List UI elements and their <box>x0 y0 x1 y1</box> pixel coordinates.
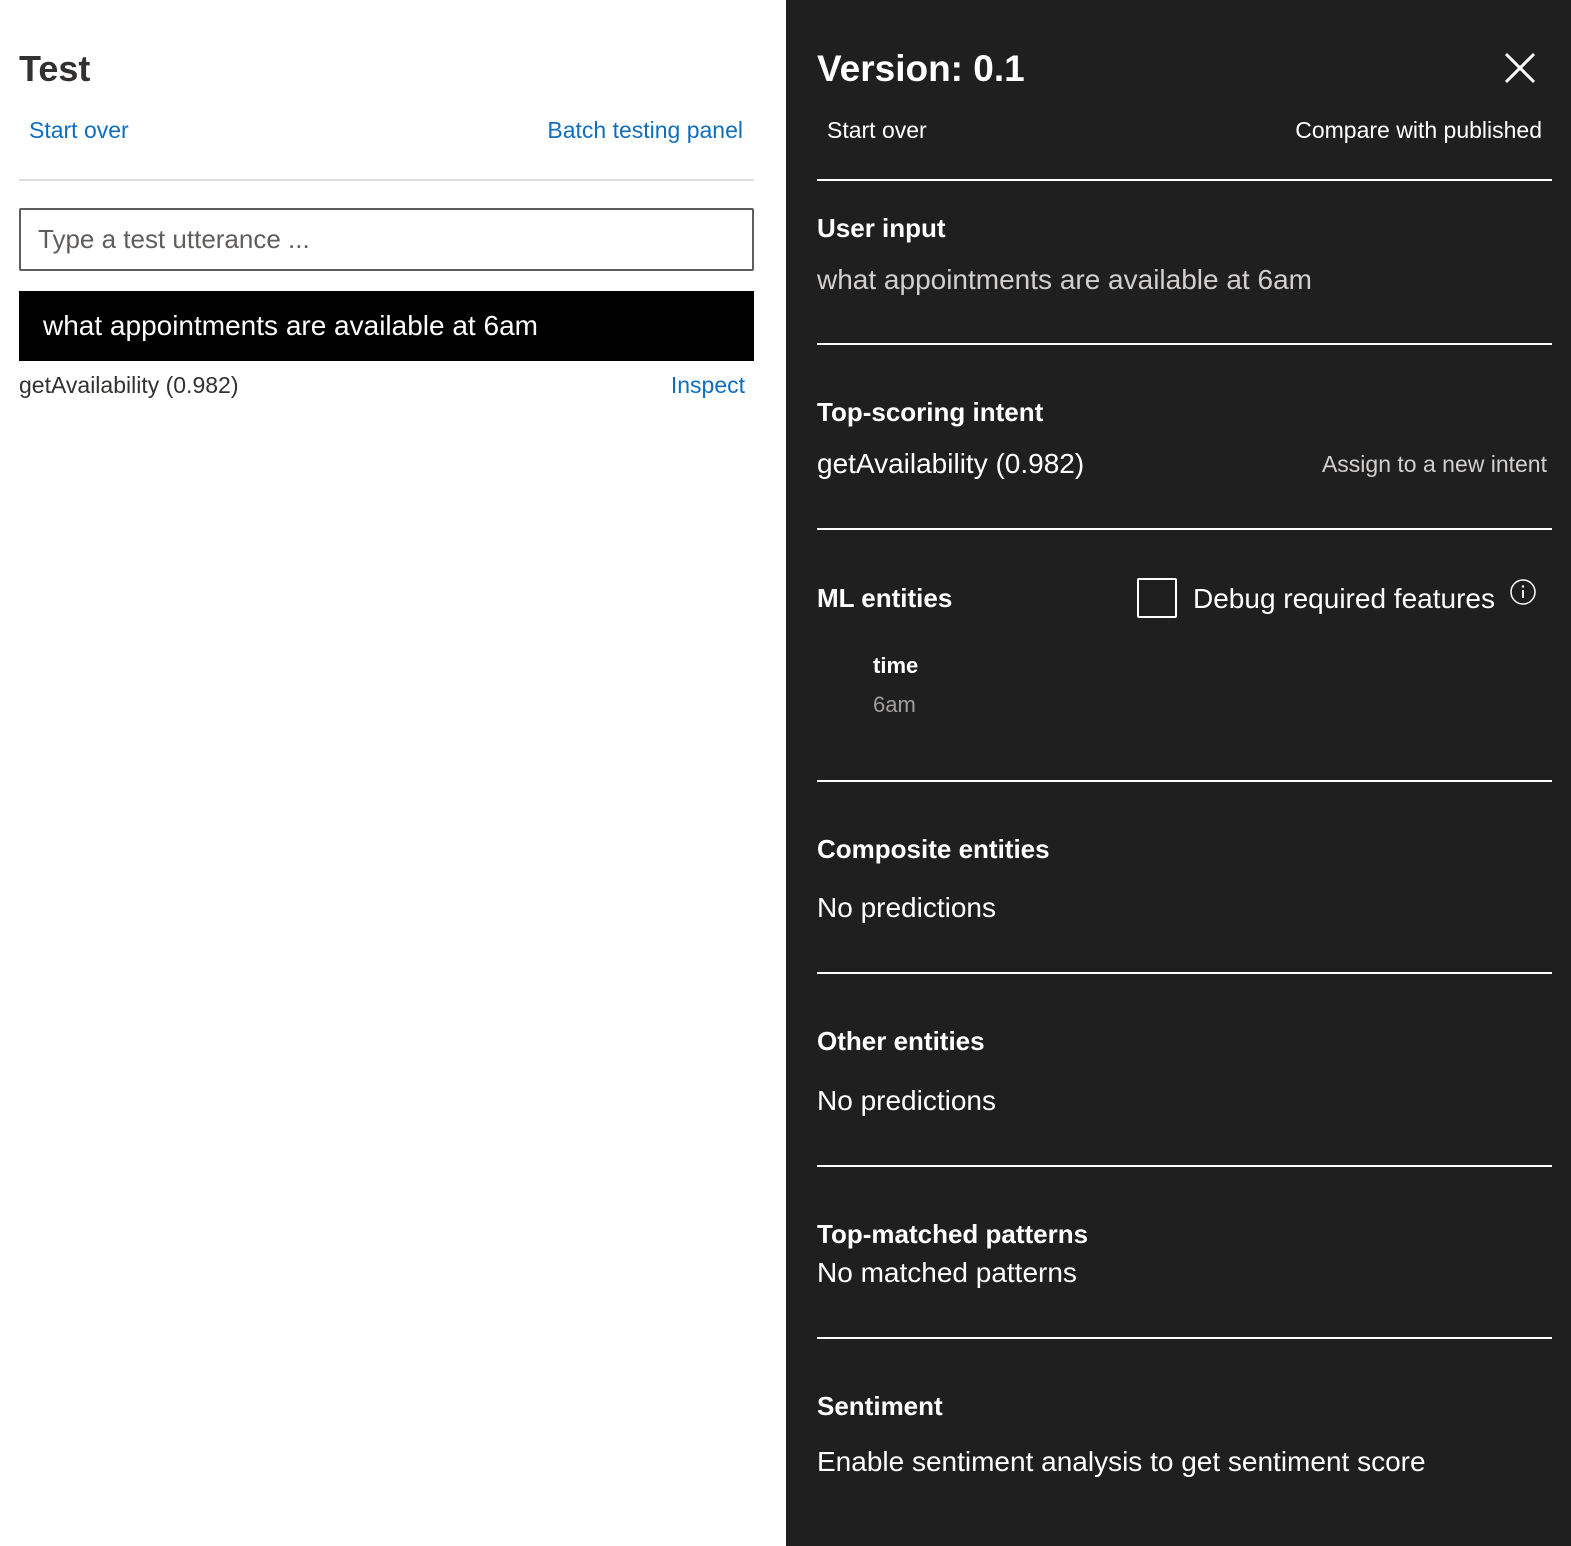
start-over-link[interactable]: Start over <box>29 117 129 144</box>
test-panel-title: Test <box>19 48 91 89</box>
section-divider <box>817 1165 1552 1167</box>
compare-with-published-link[interactable]: Compare with published <box>1295 117 1542 144</box>
composite-entities-heading: Composite entities <box>817 834 1050 864</box>
version-title: Version: 0.1 <box>817 48 1025 89</box>
inspect-panel: Version: 0.1 Start over Compare with pub… <box>786 0 1571 1546</box>
sentiment-value: Enable sentiment analysis to get sentime… <box>817 1446 1426 1477</box>
user-input-value: what appointments are available at 6am <box>817 264 1312 295</box>
test-utterance-input[interactable] <box>19 208 754 271</box>
other-entities-heading: Other entities <box>817 1026 985 1056</box>
divider <box>19 179 754 181</box>
section-divider <box>817 528 1552 530</box>
top-matched-patterns-value: No matched patterns <box>817 1257 1077 1288</box>
inspect-start-over-link[interactable]: Start over <box>827 117 927 144</box>
batch-testing-panel-link[interactable]: Batch testing panel <box>547 117 743 144</box>
ml-entity-name: time <box>873 653 919 678</box>
test-panel: Test Start over Batch testing panel what… <box>0 0 786 1546</box>
composite-entities-value: No predictions <box>817 892 996 923</box>
ml-entity-value: 6am <box>873 692 916 717</box>
debug-required-features-label[interactable]: Debug required features <box>1193 583 1495 615</box>
debug-required-features-checkbox[interactable] <box>1137 578 1177 618</box>
section-divider <box>817 1337 1552 1339</box>
test-result-utterance-text: what appointments are available at 6am <box>43 310 538 341</box>
section-divider <box>817 179 1552 181</box>
section-divider <box>817 343 1552 345</box>
top-matched-patterns-heading: Top-matched patterns <box>817 1219 1089 1249</box>
inspect-link[interactable]: Inspect <box>671 372 745 399</box>
close-icon[interactable] <box>1502 50 1538 86</box>
info-icon[interactable] <box>1509 578 1537 606</box>
section-divider <box>817 972 1552 974</box>
user-input-heading: User input <box>817 213 946 243</box>
sentiment-heading: Sentiment <box>817 1391 943 1421</box>
test-result-intent-score: getAvailability (0.982) <box>19 372 239 398</box>
test-result-utterance[interactable]: what appointments are available at 6am <box>19 291 754 361</box>
assign-new-intent-link[interactable]: Assign to a new intent <box>1322 451 1547 478</box>
other-entities-value: No predictions <box>817 1085 996 1116</box>
ml-entities-heading: ML entities <box>817 583 953 613</box>
top-scoring-intent-heading: Top-scoring intent <box>817 397 1044 427</box>
section-divider <box>817 780 1552 782</box>
app-root: Test Start over Batch testing panel what… <box>0 0 1571 1546</box>
top-scoring-intent-value: getAvailability (0.982) <box>817 448 1085 479</box>
